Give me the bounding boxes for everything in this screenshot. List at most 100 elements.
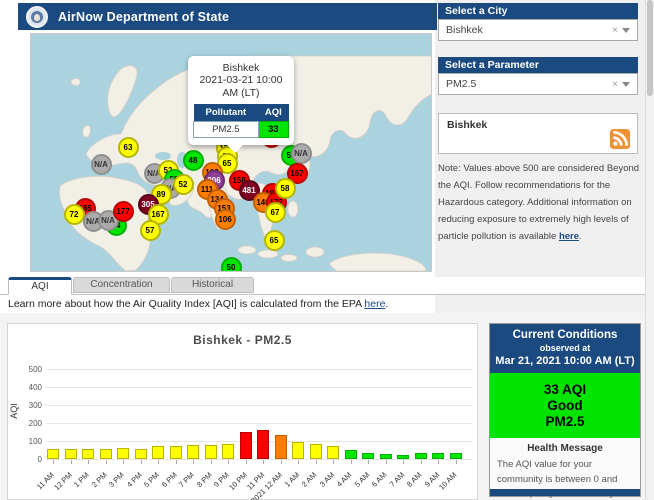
x-axis-label: 6 PM	[159, 470, 179, 490]
map-marker[interactable]: 48	[182, 149, 204, 171]
chart-bar[interactable]	[204, 445, 217, 459]
chart-bar[interactable]	[47, 449, 59, 459]
map-marker[interactable]: 106	[214, 208, 236, 230]
x-axis-tick	[333, 460, 334, 464]
x-axis-label: 12 PM	[51, 470, 74, 493]
y-axis-tick: 300	[28, 401, 42, 410]
chart-bar[interactable]	[169, 446, 182, 459]
x-axis-tick	[70, 460, 72, 464]
gridline	[46, 405, 472, 406]
chart-title: Bishkek - PM2.5	[193, 333, 292, 347]
chart-bar[interactable]	[362, 452, 374, 459]
chart-bar[interactable]	[152, 446, 164, 459]
x-axis-tick	[350, 460, 352, 464]
chart-bar[interactable]	[257, 430, 269, 459]
map-marker[interactable]: 177	[112, 200, 134, 222]
chart-bar[interactable]	[99, 448, 112, 459]
y-axis-tick: 500	[28, 365, 42, 374]
chart-bar[interactable]	[134, 449, 147, 459]
x-axis-tick	[298, 460, 299, 464]
current-conditions-title: Current Conditions	[512, 329, 618, 341]
y-axis-tick: 100	[28, 437, 42, 446]
chart-bar[interactable]	[292, 441, 304, 459]
map-marker-na[interactable]: N/A	[290, 142, 312, 164]
gridline	[46, 423, 472, 424]
map-marker[interactable]: 58	[274, 177, 296, 199]
note-here-link[interactable]: here	[559, 231, 579, 242]
chart-bar[interactable]	[449, 453, 462, 459]
clear-parameter-icon[interactable]: ×	[608, 79, 622, 90]
parameter-select[interactable]: PM2.5 ×	[438, 73, 638, 95]
x-axis-label: 7 PM	[177, 470, 197, 490]
x-axis-label: 11 AM	[35, 470, 57, 492]
x-axis-label: 7 AM	[387, 470, 407, 489]
current-conditions-header: Current Conditions observed at Mar 21, 2…	[490, 324, 640, 373]
page-scrollbar[interactable]	[645, 0, 654, 500]
x-axis-label: 10 AM	[437, 470, 459, 492]
map-marker[interactable]: 63	[117, 136, 139, 158]
observed-datetime: Mar 21, 2021 10:00 AM (LT)	[495, 355, 635, 367]
aqi-world-map[interactable]: 63N/A48N/A5250N/A52891857284N/AN/A177305…	[30, 33, 432, 272]
learn-more-here-link[interactable]: here	[364, 298, 385, 310]
chart-bar[interactable]	[379, 453, 392, 459]
app-header: AirNow Department of State	[18, 3, 437, 30]
x-axis-label: 1 PM	[72, 470, 92, 490]
map-marker[interactable]: 57	[139, 219, 161, 241]
chart-bar[interactable]	[64, 449, 77, 459]
chart-bar[interactable]	[239, 431, 252, 459]
scrollbar-thumb[interactable]	[647, 0, 653, 96]
select-city-header: Select a City	[438, 3, 638, 19]
map-marker[interactable]: 72	[63, 203, 85, 225]
chart-bar[interactable]	[327, 446, 339, 459]
x-axis-tick	[368, 460, 369, 464]
map-marker[interactable]: 65	[263, 229, 285, 251]
y-axis-tick: 0	[37, 455, 42, 464]
tab-historical[interactable]: Historical	[171, 277, 254, 293]
city-select[interactable]: Bishkek ×	[438, 19, 638, 41]
chart-bar[interactable]	[82, 448, 94, 459]
map-marker[interactable]: 52	[172, 173, 194, 195]
chart-bar[interactable]	[309, 443, 322, 459]
rss-icon[interactable]	[609, 129, 631, 149]
x-axis-label: 2 PM	[89, 470, 109, 490]
chart-bar[interactable]	[397, 455, 409, 459]
city-select-value: Bishkek	[446, 24, 483, 36]
page-title: AirNow Department of State	[58, 9, 230, 24]
map-marker[interactable]: 67	[264, 201, 286, 223]
x-axis-label: 8 AM	[405, 470, 424, 489]
popup-col-pollutant: Pollutant	[193, 104, 259, 122]
aqi-value: 33 AQI	[543, 382, 587, 397]
select-parameter-header: Select a Parameter	[438, 57, 638, 73]
airnow-page: AirNow Department of State 63 N/A 48 N/A…	[0, 0, 654, 500]
x-axis-label: 4 PM	[124, 470, 144, 490]
tab-concentration[interactable]: Concentration	[73, 277, 170, 293]
y-axis-tick: 200	[28, 419, 42, 428]
chart-bar[interactable]	[414, 453, 427, 459]
x-axis-tick	[88, 460, 89, 464]
x-axis-label: 4 AM	[335, 470, 354, 489]
tab-aqi[interactable]: AQI	[8, 277, 72, 295]
chart-bar[interactable]	[187, 445, 199, 459]
chart-bar[interactable]	[432, 452, 444, 459]
chart-bar[interactable]	[274, 434, 287, 459]
parameter-select-value: PM2.5	[446, 78, 477, 90]
x-axis-tick	[53, 460, 54, 464]
health-message-title: Health Message	[527, 443, 603, 454]
chart-bar[interactable]	[222, 444, 234, 459]
dos-seal-icon	[26, 5, 48, 28]
aqi-pollutant: PM2.5	[545, 414, 585, 429]
x-axis-tick	[105, 460, 107, 464]
chevron-down-icon[interactable]	[622, 81, 630, 87]
chevron-down-icon[interactable]	[622, 27, 630, 33]
map-marker[interactable]: 50	[220, 256, 242, 271]
x-axis-tick	[403, 460, 404, 464]
chart-bar[interactable]	[344, 450, 357, 459]
sidebar-background	[435, 0, 646, 313]
chart-bar[interactable]	[117, 447, 129, 459]
x-axis-label: 3 AM	[317, 470, 337, 489]
clear-city-icon[interactable]: ×	[608, 25, 622, 36]
x-axis-tick	[245, 460, 247, 464]
map-marker-na[interactable]: N/A	[90, 153, 112, 175]
x-axis-tick	[210, 460, 212, 464]
aqi-category: Good	[547, 398, 583, 413]
